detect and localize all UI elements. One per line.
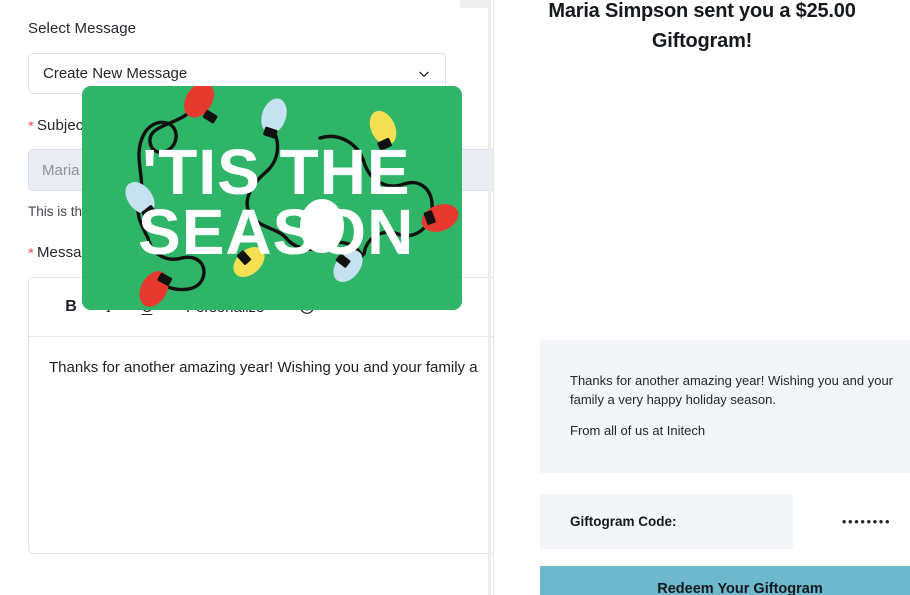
giftogram-code-value: ••••••••	[793, 494, 910, 549]
chevron-down-icon	[417, 67, 431, 81]
tis-the-season-artwork: 'TIS THE SEASON	[125, 86, 459, 307]
required-asterisk: *	[28, 245, 34, 262]
message-body-text-area[interactable]: Thanks for another amazing year! Wishing…	[29, 337, 494, 379]
select-message-label: Select Message	[28, 20, 137, 37]
bulb-red-2	[421, 204, 459, 232]
message-body-value: Thanks for another amazing year! Wishing…	[49, 359, 478, 376]
giftogram-code-label: Giftogram Code:	[570, 514, 677, 529]
giftcard-image: 'TIS THE SEASON	[82, 86, 462, 310]
preview-message-paragraph-1: Thanks for another amazing year! Wishing…	[570, 373, 894, 407]
preview-heading: Maria Simpson sent you a $25.00 Giftogra…	[548, 0, 856, 52]
redeem-giftogram-button[interactable]: Redeem Your Giftogram	[540, 566, 910, 595]
message-body-editor: B I U Personalize	[28, 277, 494, 554]
giftcard-line2: SEASON	[138, 196, 414, 268]
bulb-blue-1	[261, 98, 287, 139]
panel-divider	[488, 0, 491, 595]
panel-top-strip	[460, 0, 490, 8]
bulb-white-front	[300, 199, 344, 253]
bulb-red-1	[184, 86, 218, 124]
app-root: Select Message Create New Message * Subj…	[0, 0, 910, 595]
giftogram-code-row: Giftogram Code: ••••••••	[540, 494, 910, 549]
required-asterisk: *	[28, 118, 34, 135]
select-message-value: Create New Message	[43, 65, 188, 82]
preview-message-block: Thanks for another amazing year! Wishing…	[540, 340, 910, 473]
preview-message-paragraph-2: From all of us at Initech	[570, 423, 706, 438]
